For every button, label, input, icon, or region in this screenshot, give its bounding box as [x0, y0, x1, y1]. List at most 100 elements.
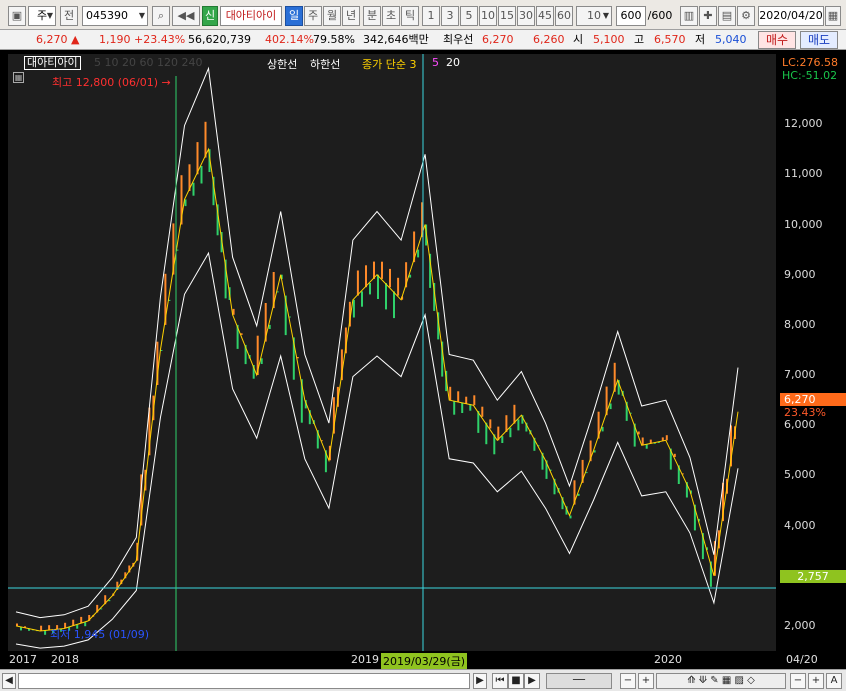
interval-15[interactable]: 15 — [498, 6, 516, 26]
volume-ratio: 402.14% — [265, 33, 314, 46]
plus-icon[interactable]: + — [808, 673, 824, 689]
zoom-in-icon[interactable]: + — [638, 673, 654, 689]
scroll-right-icon[interactable]: ▶ — [473, 673, 487, 689]
crosshair-icon[interactable]: ✚ — [699, 6, 717, 26]
y-tick: 4,000 — [784, 518, 816, 532]
zoom-out-icon[interactable]: − — [620, 673, 636, 689]
zoom-slider[interactable]: ── — [546, 673, 612, 689]
turnover: 79.58% — [313, 33, 355, 46]
interval-60[interactable]: 60 — [555, 6, 573, 26]
interval-30[interactable]: 30 — [517, 6, 535, 26]
current-price-tag: 6,270 — [780, 393, 846, 406]
code-value: 045390 — [86, 9, 128, 22]
legend-ma-list: 5 10 20 60 120 240 — [94, 56, 203, 69]
current-price: 6,270 ▲ — [36, 33, 80, 46]
candle — [473, 395, 476, 406]
y-tick: 10,000 — [784, 217, 823, 231]
window-icon[interactable]: ▣ — [8, 6, 26, 26]
period-day[interactable]: 일 — [285, 6, 303, 26]
chart-scroll-bar: ◀ ▶ ⏮ ■ ▶ ── − + ⟰ ⟱ ✎ ▦ ▨ ◇ − + A — [0, 669, 846, 691]
candle — [489, 419, 492, 429]
scroll-track[interactable] — [18, 673, 470, 689]
best-label: 최우선 — [443, 33, 474, 46]
candle — [196, 142, 199, 175]
chevron-down-icon: ▼ — [46, 11, 53, 20]
candle — [481, 406, 484, 417]
candle — [361, 291, 363, 307]
legend-n5: 5 — [432, 56, 439, 69]
scroll-left-icon[interactable]: ◀ — [2, 673, 16, 689]
calendar-icon[interactable]: ▦ — [825, 6, 841, 26]
stop-icon[interactable]: ■ — [508, 673, 524, 689]
new-button[interactable]: 신 — [202, 6, 218, 26]
candle — [665, 435, 668, 441]
drawing-tools[interactable]: ⟰ ⟱ ✎ ▦ ▨ ◇ — [656, 673, 786, 689]
candle — [397, 277, 400, 296]
candle — [513, 404, 516, 424]
x-tick-2019: 2019 — [351, 653, 379, 666]
low-label: 저 — [695, 33, 706, 46]
interval-5[interactable]: 5 — [460, 6, 478, 26]
interval-45[interactable]: 45 — [536, 6, 554, 26]
type-select[interactable]: 주 ▼ — [28, 6, 56, 26]
search-icon[interactable]: ⌕ — [152, 6, 170, 26]
custom-interval-select[interactable]: 10 ▼ — [576, 6, 612, 26]
gear-icon[interactable]: ⚙ — [737, 6, 755, 26]
candle — [377, 274, 379, 299]
stock-name: 대아티아이 — [220, 6, 282, 26]
date-axis: 2017 2018 2019 2019/03/29(금) 2020 04/20 — [0, 651, 846, 669]
date-input[interactable]: 2020/04/20 — [758, 6, 824, 26]
buy-button[interactable]: 매수 — [758, 31, 796, 49]
close-ma-line — [15, 147, 739, 632]
candle — [465, 396, 468, 404]
period-week[interactable]: 주 — [304, 6, 322, 26]
y-tick: 12,000 — [784, 117, 823, 131]
first-icon[interactable]: ⏮ — [492, 673, 508, 689]
cursor-date-tag: 2019/03/29(금) — [381, 653, 468, 669]
period-month[interactable]: 월 — [323, 6, 341, 26]
period-year[interactable]: 년 — [342, 6, 360, 26]
legend-stock-name[interactable]: 대아티아이 — [24, 56, 81, 70]
save-icon[interactable]: ▤ — [718, 6, 736, 26]
candle-icon[interactable]: ▥ — [680, 6, 698, 26]
open-label: 시 — [573, 33, 584, 46]
market-button[interactable]: 전 — [60, 6, 78, 26]
cursor-price-tag: 2,757 — [780, 570, 846, 583]
sell-button[interactable]: 매도 — [800, 31, 838, 49]
y-tick: 9,000 — [784, 267, 816, 281]
type-label: 주 — [36, 9, 48, 22]
interval-3[interactable]: 3 — [441, 6, 459, 26]
sound-icon[interactable]: ◀◀ — [172, 6, 200, 26]
count-total: /600 — [647, 9, 673, 22]
y-tick: 5,000 — [784, 468, 816, 482]
play-icon[interactable]: ▶ — [524, 673, 540, 689]
chart-toolbar: ▣ 주 ▼ 전 045390 ▼ ⌕ ◀◀ 신 대아티아이 일 주 월 년 분 초 … — [0, 0, 846, 30]
price-chart-svg[interactable] — [8, 54, 776, 651]
x-tick-2018: 2018 — [51, 653, 79, 666]
interval-10[interactable]: 10 — [479, 6, 497, 26]
price-plot[interactable]: 대아티아이 5 10 20 60 120 240 상한선 하한선 종가 단순 3… — [8, 54, 776, 651]
lower-band-line — [15, 251, 739, 649]
candle — [393, 291, 395, 319]
font-size-icon[interactable]: A — [826, 673, 842, 689]
period-minute[interactable]: 분 — [363, 6, 381, 26]
change-pct: +23.43% — [134, 33, 186, 46]
table-icon[interactable]: ▦ — [13, 72, 24, 83]
interval-1[interactable]: 1 — [422, 6, 440, 26]
candle — [469, 404, 472, 411]
chart-area[interactable]: 대아티아이 5 10 20 60 120 240 상한선 하한선 종가 단순 3… — [0, 50, 846, 669]
y-tick: 11,000 — [784, 167, 823, 181]
legend-n20: 20 — [446, 56, 460, 69]
period-tick[interactable]: 틱 — [401, 6, 419, 26]
period-second[interactable]: 초 — [382, 6, 400, 26]
candle — [389, 268, 391, 288]
candle — [200, 166, 203, 184]
candle — [204, 121, 207, 158]
code-input[interactable]: 045390 ▼ — [82, 6, 148, 26]
current-pct-tag: 23.43% — [784, 406, 826, 419]
count-input[interactable]: 600 — [616, 6, 646, 26]
candle — [509, 427, 512, 438]
minus-icon[interactable]: − — [790, 673, 806, 689]
candle — [417, 249, 420, 258]
legend-lower: 하한선 — [310, 58, 341, 71]
